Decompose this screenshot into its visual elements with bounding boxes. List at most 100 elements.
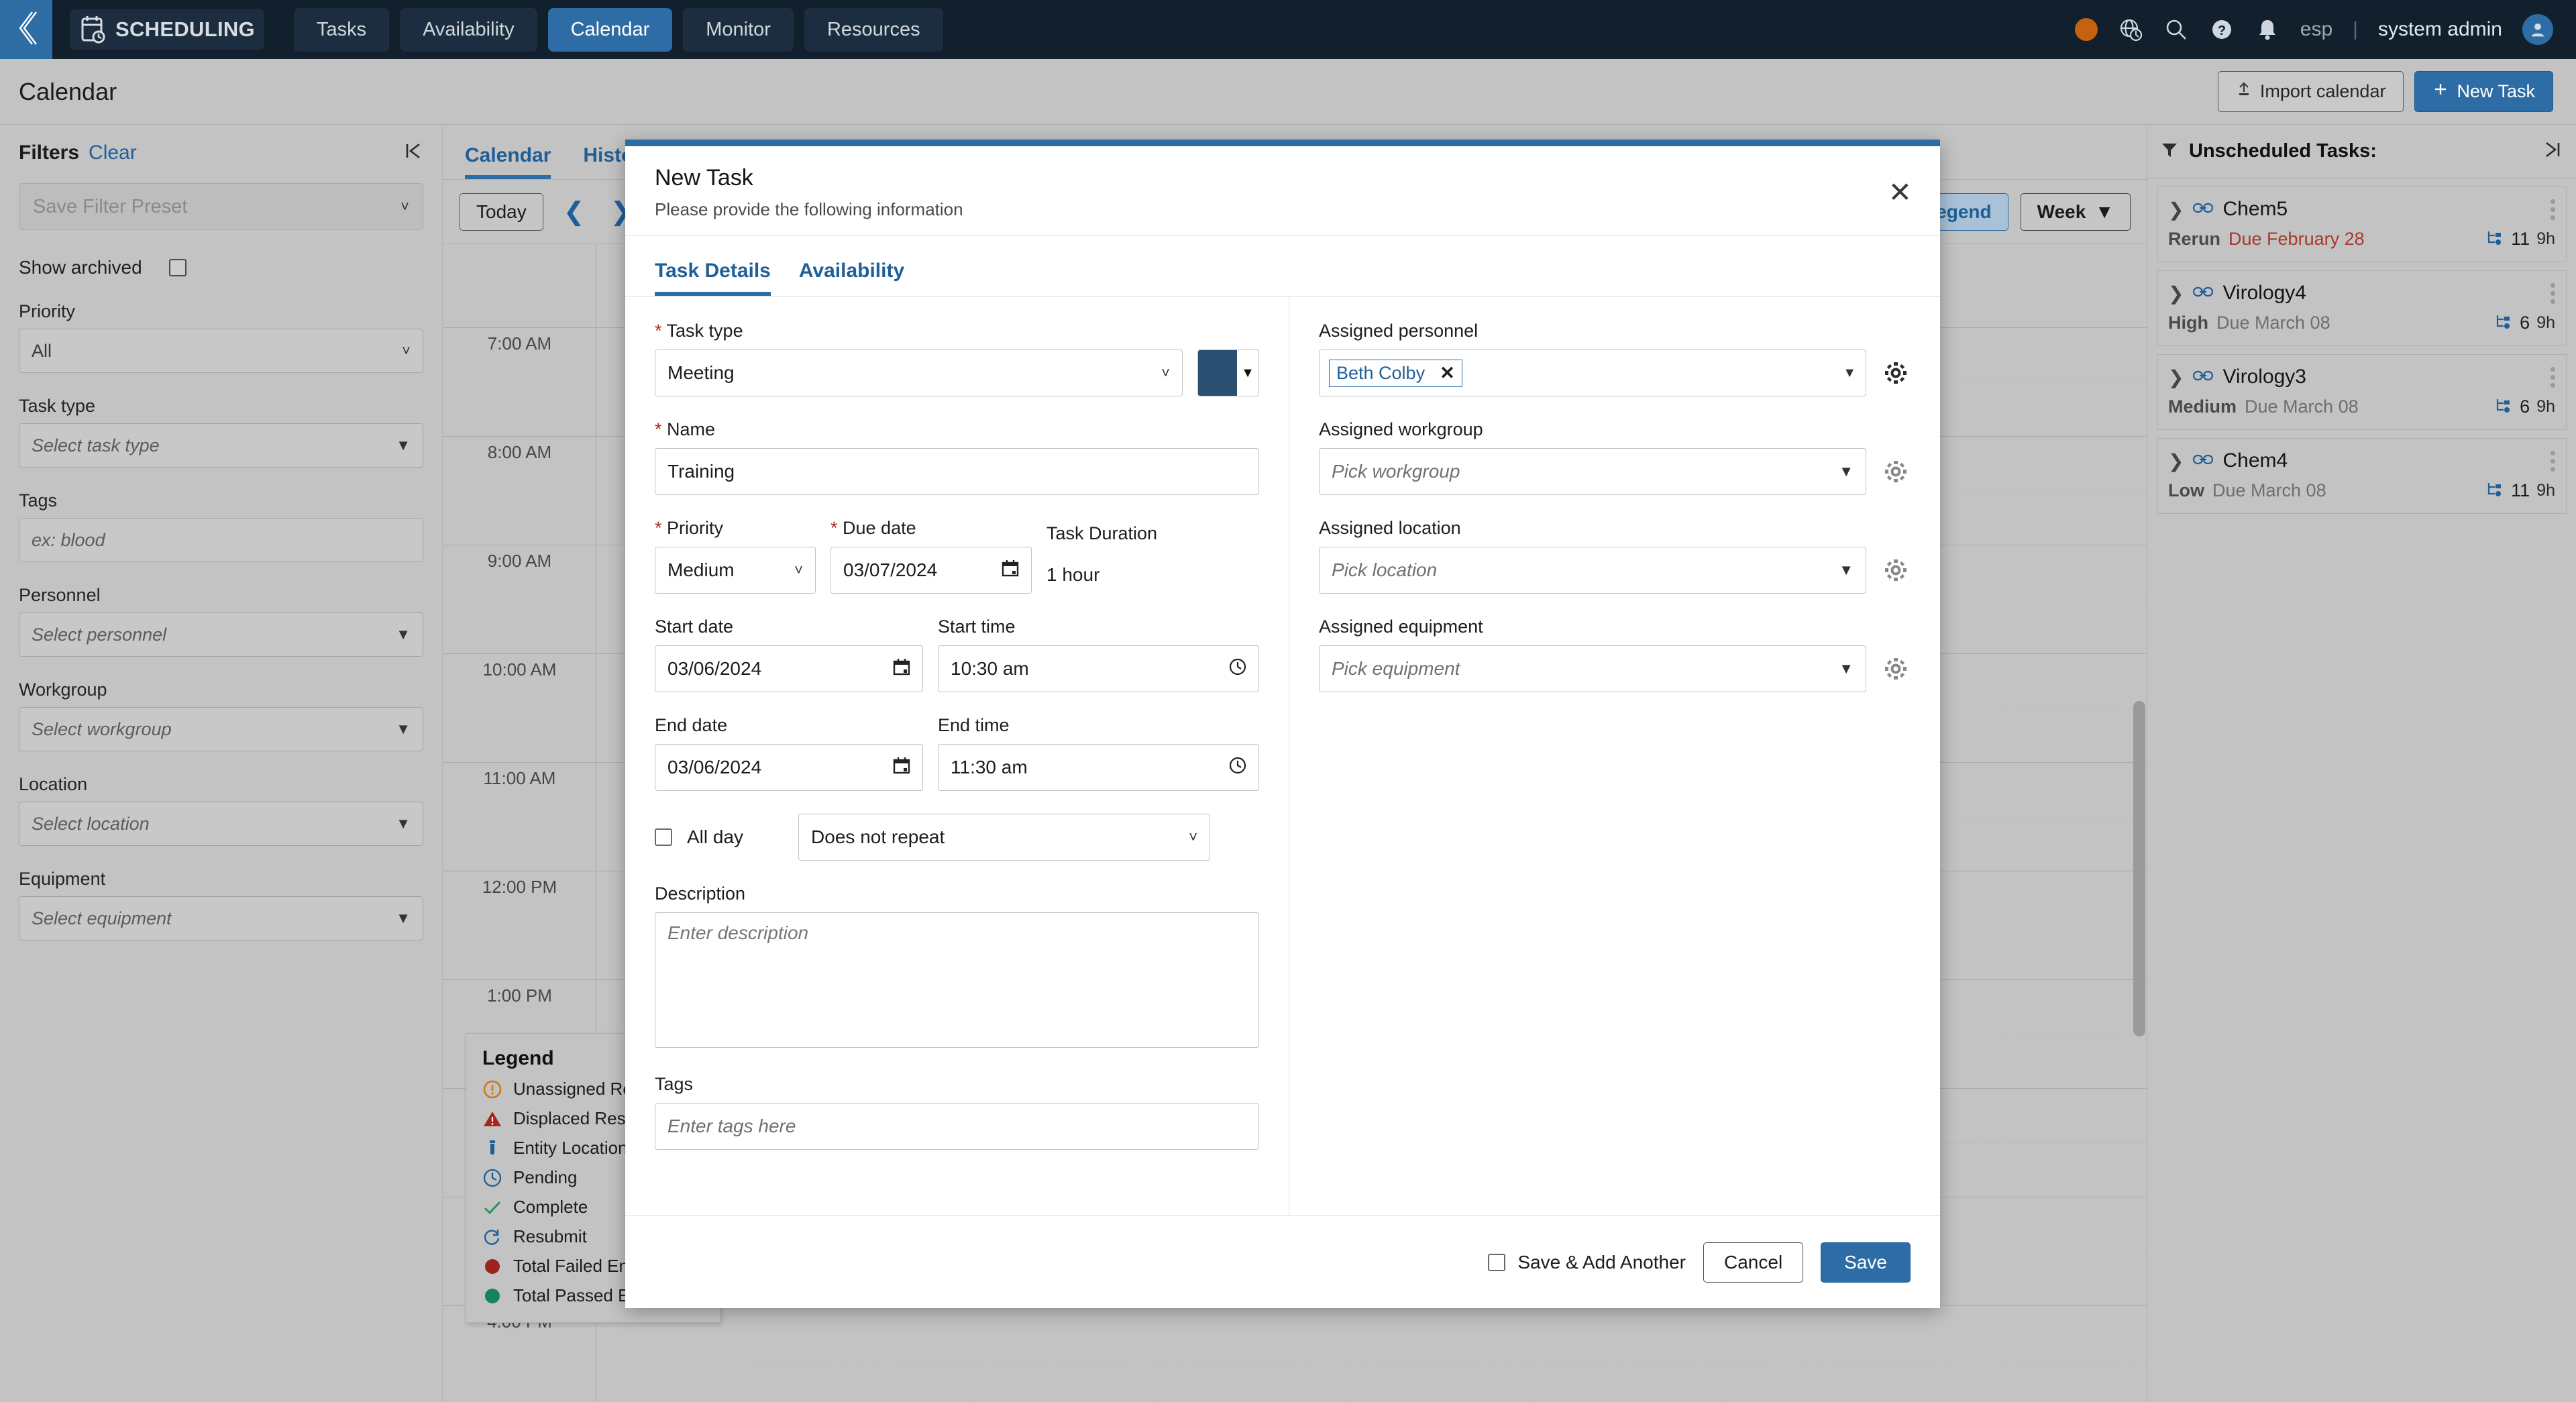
personnel-chip[interactable]: Beth Colby ✕ <box>1329 359 1462 387</box>
globe-clock-icon[interactable] <box>2118 17 2143 42</box>
today-button[interactable]: Today <box>460 193 543 231</box>
kebab-menu-icon[interactable] <box>2551 199 2555 220</box>
end-date-value: 03/06/2024 <box>667 757 762 777</box>
nav-tab-tasks[interactable]: Tasks <box>293 7 390 52</box>
all-day-checkbox[interactable] <box>655 828 672 846</box>
nav-tab-availability[interactable]: Availability <box>400 7 537 52</box>
start-time-input[interactable]: 10:30 am <box>938 645 1259 692</box>
gear-icon[interactable] <box>1881 555 1911 585</box>
nav-tab-monitor[interactable]: Monitor <box>683 7 794 52</box>
kebab-menu-icon[interactable] <box>2551 366 2555 388</box>
chevron-left-icon[interactable]: ❮ <box>558 197 590 227</box>
filter-task-type-picker[interactable]: Select task type ▼ <box>19 423 423 468</box>
filled-circle-icon <box>482 1286 502 1306</box>
collapse-left-icon[interactable] <box>403 141 423 164</box>
assigned-workgroup-picker[interactable]: Pick workgroup ▼ <box>1319 448 1866 495</box>
gear-icon[interactable] <box>1881 654 1911 684</box>
funnel-icon[interactable] <box>2161 141 2178 162</box>
save-add-another-checkbox[interactable] <box>1488 1253 1506 1271</box>
chevron-right-icon[interactable]: ❯ <box>2168 450 2184 472</box>
assigned-personnel-picker[interactable]: Beth Colby ✕ ▼ <box>1319 349 1866 396</box>
close-icon[interactable]: ✕ <box>1888 178 1912 207</box>
calendar-cell[interactable] <box>1536 1306 1723 1402</box>
filter-priority-select[interactable]: All ˅ <box>19 329 423 373</box>
end-date-input[interactable]: 03/06/2024 <box>655 744 923 791</box>
filters-header: Filters Clear <box>19 141 423 164</box>
filter-personnel-picker[interactable]: Select personnel ▼ <box>19 612 423 657</box>
show-archived-checkbox[interactable] <box>168 259 186 276</box>
assigned-personnel-label: Assigned personnel <box>1319 321 1479 341</box>
assigned-location-picker[interactable]: Pick location ▼ <box>1319 547 1866 594</box>
expand-right-icon[interactable] <box>2542 140 2563 163</box>
bell-icon[interactable] <box>2255 17 2280 42</box>
calendar-cell[interactable] <box>784 1306 972 1402</box>
status-indicator-dot[interactable] <box>2074 18 2098 41</box>
link-icon[interactable] <box>2193 286 2214 301</box>
calendar-scrollbar[interactable] <box>2133 701 2145 1036</box>
task-color-picker[interactable]: ▼ <box>1197 349 1259 396</box>
calendar-cell[interactable] <box>972 1306 1160 1402</box>
gear-icon[interactable] <box>1881 457 1911 486</box>
repeat-select[interactable]: Does not repeat ˅ <box>798 814 1211 861</box>
calendar-icon[interactable] <box>893 757 910 779</box>
task-subtask-count: 11 <box>2511 480 2530 500</box>
search-icon[interactable] <box>2163 17 2189 42</box>
calendar-icon[interactable] <box>1002 559 1019 582</box>
calendar-cell[interactable] <box>1723 1306 1911 1402</box>
end-time-input[interactable]: 11:30 am <box>938 744 1259 791</box>
unscheduled-task-card[interactable]: ❯ Chem5 Rerun Due February 28 11 9h <box>2157 186 2567 262</box>
language-selector[interactable]: esp <box>2300 18 2332 41</box>
import-calendar-button[interactable]: Import calendar <box>2217 71 2404 112</box>
priority-due-row: * Priority Medium ˅ * Due date 03/07/202… <box>655 518 1259 594</box>
start-date-input[interactable]: 03/06/2024 <box>655 645 923 692</box>
back-button[interactable] <box>0 0 52 59</box>
save-button[interactable]: Save <box>1821 1242 1911 1283</box>
brand-logo[interactable]: SCHEDULING <box>70 9 264 50</box>
task-type-select[interactable]: Meeting ˅ <box>655 349 1183 396</box>
new-task-button[interactable]: New Task <box>2414 71 2553 112</box>
kebab-menu-icon[interactable] <box>2551 282 2555 304</box>
tags-input[interactable]: Enter tags here <box>655 1103 1259 1150</box>
task-name-input[interactable]: Training <box>655 448 1259 495</box>
filter-equipment-picker[interactable]: Select equipment ▼ <box>19 896 423 940</box>
save-filter-preset-select[interactable]: Save Filter Preset ˅ <box>19 183 423 230</box>
cancel-button[interactable]: Cancel <box>1703 1242 1804 1283</box>
description-textarea[interactable] <box>655 912 1259 1048</box>
link-icon[interactable] <box>2193 370 2214 385</box>
unscheduled-task-card[interactable]: ❯ Chem4 Low Due March 08 11 9h <box>2157 438 2567 514</box>
tab-calendar[interactable]: Calendar <box>465 144 551 179</box>
tags-label: Tags <box>655 1074 694 1094</box>
nav-tab-calendar[interactable]: Calendar <box>547 7 673 52</box>
calendar-cell[interactable] <box>1348 1306 1536 1402</box>
link-icon[interactable] <box>2193 202 2214 217</box>
chevron-right-icon[interactable]: ❯ <box>2168 282 2184 305</box>
link-icon[interactable] <box>2193 453 2214 469</box>
task-type-label-text: Task type <box>666 321 743 341</box>
filter-workgroup-picker[interactable]: Select workgroup ▼ <box>19 707 423 751</box>
priority-select[interactable]: Medium ˅ <box>655 547 816 594</box>
help-icon[interactable]: ? <box>2209 17 2235 42</box>
remove-chip-icon[interactable]: ✕ <box>1440 363 1455 384</box>
due-date-input[interactable]: 03/07/2024 <box>830 547 1032 594</box>
chevron-right-icon[interactable]: ❯ <box>2168 199 2184 221</box>
calendar-cell[interactable] <box>1160 1306 1348 1402</box>
clock-icon[interactable] <box>1229 757 1246 779</box>
filter-location-picker[interactable]: Select location ▼ <box>19 802 423 846</box>
user-name[interactable]: system admin <box>2378 18 2502 41</box>
user-avatar-icon[interactable] <box>2522 14 2553 45</box>
view-mode-button[interactable]: Week ▼ <box>2020 193 2131 231</box>
assigned-equipment-picker[interactable]: Pick equipment ▼ <box>1319 645 1866 692</box>
kebab-menu-icon[interactable] <box>2551 450 2555 472</box>
clear-filters-link[interactable]: Clear <box>89 142 137 164</box>
unscheduled-task-card[interactable]: ❯ Virology3 Medium Due March 08 6 9h <box>2157 354 2567 430</box>
calendar-icon[interactable] <box>893 658 910 680</box>
tab-task-details[interactable]: Task Details <box>655 260 771 296</box>
filter-tags-input[interactable]: ex: blood <box>19 518 423 562</box>
unscheduled-task-card[interactable]: ❯ Virology4 High Due March 08 6 9h <box>2157 270 2567 346</box>
tab-availability[interactable]: Availability <box>799 260 904 296</box>
task-type-group: * Task type Meeting ˅ ▼ <box>655 321 1259 396</box>
gear-icon[interactable] <box>1881 358 1911 388</box>
clock-icon[interactable] <box>1229 658 1246 680</box>
nav-tab-resources[interactable]: Resources <box>804 7 943 52</box>
chevron-right-icon[interactable]: ❯ <box>2168 366 2184 388</box>
